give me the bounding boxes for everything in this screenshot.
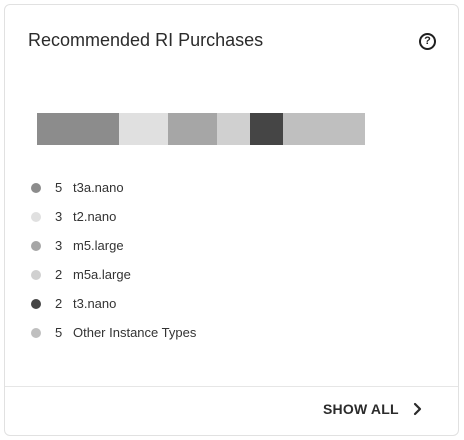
legend-item: 3 t2.nano xyxy=(31,202,196,231)
legend-label: t3.nano xyxy=(73,296,117,311)
legend-count: 5 xyxy=(55,325,63,340)
bar-segment-m5-large[interactable] xyxy=(168,113,218,145)
legend-count: 3 xyxy=(55,209,63,224)
legend: 5 t3a.nano 3 t2.nano 3 m5.large 2 m5a.large 2 t3.… xyxy=(31,173,196,347)
legend-dot-icon xyxy=(31,269,41,280)
bar-segment-m5a-large[interactable] xyxy=(217,113,251,145)
legend-label: t3a.nano xyxy=(73,180,124,195)
legend-item: 5 Other Instance Types xyxy=(31,318,196,347)
stacked-bar xyxy=(37,113,365,145)
legend-count: 3 xyxy=(55,238,63,253)
legend-dot-icon xyxy=(31,211,41,222)
legend-dot-icon xyxy=(31,298,41,309)
card-title: Recommended RI Purchases xyxy=(28,30,264,50)
legend-item: 2 t3.nano xyxy=(31,289,196,318)
show-all-button[interactable]: SHOW ALL xyxy=(323,401,422,417)
legend-dot-icon xyxy=(31,240,41,251)
legend-count: 2 xyxy=(55,296,63,311)
divider xyxy=(5,386,458,387)
recommended-ri-purchases-card: Recommended RI Purchases ? 5 t3a.nano 3 t2.… xyxy=(4,4,459,436)
legend-label: m5a.large xyxy=(73,267,131,282)
legend-dot-icon xyxy=(31,182,41,193)
legend-item: 3 m5.large xyxy=(31,231,196,260)
legend-dot-icon xyxy=(31,327,41,338)
legend-label: Other Instance Types xyxy=(73,325,197,340)
bar-segment-t3a-nano[interactable] xyxy=(37,113,119,145)
legend-label: t2.nano xyxy=(73,209,117,224)
chevron-right-icon xyxy=(413,402,422,416)
legend-item: 5 t3a.nano xyxy=(31,173,196,202)
bar-segment-t3-nano[interactable] xyxy=(250,113,283,145)
legend-item: 2 m5a.large xyxy=(31,260,196,289)
show-all-label: SHOW ALL xyxy=(323,401,399,417)
legend-count: 5 xyxy=(55,180,63,195)
help-icon[interactable]: ? xyxy=(419,33,436,50)
bar-segment-other-instance-types[interactable] xyxy=(282,113,365,145)
bar-segment-t2-nano[interactable] xyxy=(119,113,169,145)
legend-label: m5.large xyxy=(73,238,124,253)
legend-count: 2 xyxy=(55,267,63,282)
